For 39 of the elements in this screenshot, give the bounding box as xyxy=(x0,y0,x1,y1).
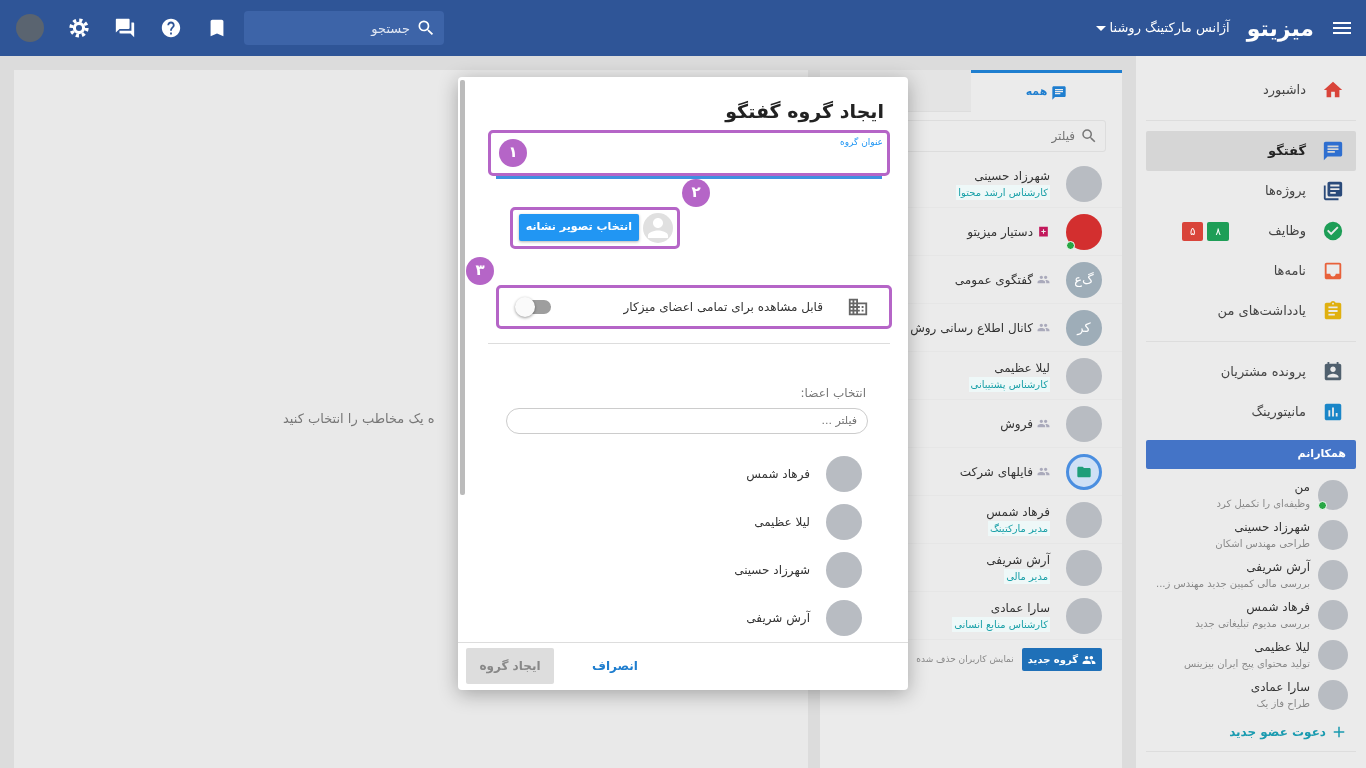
initials-avatar: کر xyxy=(1066,309,1102,346)
chat-name: دستیار میزیتو xyxy=(967,223,1033,241)
chat-name: لیلا عظیمی xyxy=(994,360,1050,377)
colleague-status: تولید محتوای پیج ایران بیزینس xyxy=(1184,657,1310,671)
chat-name: شهرزاد حسینی xyxy=(974,168,1050,185)
empty-message: ه یک مخاطب را انتخاب کنید xyxy=(283,410,435,429)
chat-role: مدیر مارکتینگ xyxy=(987,521,1050,536)
step-number: ۳ xyxy=(466,256,494,285)
chat-name: سارا عمادی xyxy=(990,600,1050,617)
chat-role: مدیر مالی xyxy=(1004,569,1050,584)
initials-avatar: گ‌ع xyxy=(1066,261,1102,298)
step-number: ۲ xyxy=(682,178,710,207)
colleague-name: لیلا عظیمی xyxy=(1253,639,1310,656)
chat-name: فایلهای شرکت xyxy=(959,463,1033,481)
colleague-name: شهرزاد حسینی xyxy=(1233,519,1310,536)
count-badge: ۵ xyxy=(1182,221,1204,241)
colleague-status: طراح فاز یک xyxy=(1255,697,1310,711)
colleague-status: بررسی مدیوم تبلیغاتی جدید xyxy=(1195,617,1310,631)
chat-name: آرش شریفی xyxy=(986,551,1050,569)
colleague-status: طراحی مهندس اشکان xyxy=(1215,537,1310,551)
chat-name: فروش xyxy=(1000,415,1033,433)
chat-role: کارشناس منابع انسانی xyxy=(952,617,1050,632)
colleague-status: وظیفه‌ای را تکمیل کرد xyxy=(1216,497,1310,511)
chat-name: کانال اطلاع رسانی روش xyxy=(910,319,1033,337)
colleague-name: آرش شریفی xyxy=(1245,558,1310,576)
app-logo: میزیتو xyxy=(1246,14,1314,44)
toggle-label: قابل مشاهده برای تمامی اعضای میزکار xyxy=(622,298,823,316)
colleague-name: فرهاد شمس xyxy=(1245,599,1310,616)
count-badge: ۸ xyxy=(1207,221,1229,241)
chat-role: کارشناس پشتیبانی xyxy=(968,377,1050,392)
colleague-status: بررسی مالی کمپین جدید مهندس ز... xyxy=(1156,577,1310,591)
colleague-name: سارا عمادی xyxy=(1250,679,1310,696)
colleague-name: من xyxy=(1293,479,1310,496)
step-number: ۱ xyxy=(499,138,527,167)
section-header: همکارانم xyxy=(1146,440,1356,469)
chat-name: فرهاد شمس xyxy=(986,504,1050,521)
chat-name: گفتگوی عمومی xyxy=(954,271,1033,289)
field-label: عنوان گروه xyxy=(838,135,884,149)
chat-role: کارشناس ارشد محتوا xyxy=(956,185,1050,200)
